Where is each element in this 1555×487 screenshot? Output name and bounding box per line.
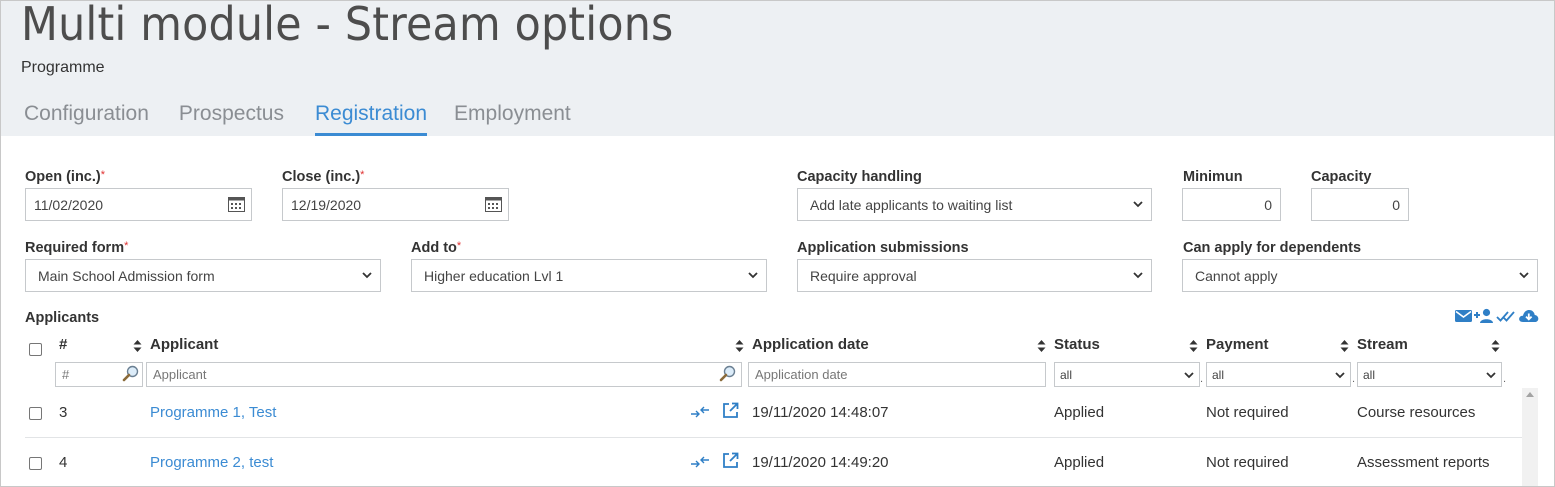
close-date-value: 12/19/2020 [291, 197, 362, 213]
open-date-value: 11/02/2020 [34, 197, 104, 213]
sort-icon[interactable] [133, 340, 142, 352]
capacity-handling-select[interactable]: Add late applicants to waiting list [797, 188, 1152, 221]
status-filter-value: all [1060, 368, 1073, 382]
merge-arrows-icon[interactable] [691, 455, 709, 469]
applicants-title: Applicants [25, 310, 100, 326]
table-row[interactable]: 3 Programme 1, Test 19/11/2020 14:48:07 … [25, 388, 1522, 438]
stream-cell: Assessment reports [1357, 454, 1490, 471]
email-icon[interactable] [1455, 308, 1472, 324]
tab-configuration[interactable]: Configuration [21, 96, 152, 136]
open-date-input[interactable]: 11/02/2020 [25, 188, 252, 221]
payment-filter-select[interactable]: all [1206, 362, 1351, 387]
page-subtitle: Programme [21, 59, 105, 76]
column-header-stream[interactable]: Stream [1357, 336, 1408, 353]
capacity-input[interactable]: 0 [1311, 188, 1409, 221]
add-to-label: Add to* [411, 240, 462, 256]
column-header-applicant[interactable]: Applicant [150, 336, 218, 353]
calendar-icon[interactable] [485, 197, 502, 212]
chevron-down-icon [748, 272, 758, 279]
open-external-icon[interactable] [722, 452, 739, 469]
table-row[interactable]: 4 Programme 2, test 19/11/2020 14:49:20 … [25, 438, 1522, 486]
applicant-filter-input[interactable]: Applicant [146, 362, 742, 387]
table-scrollbar[interactable] [1522, 388, 1538, 486]
sort-icon[interactable] [1189, 340, 1198, 352]
applicants-toolbar [1455, 308, 1539, 324]
minimum-input[interactable]: 0 [1182, 188, 1281, 221]
application-submissions-select[interactable]: Require approval [797, 259, 1152, 292]
tab-bar: Configuration Prospectus Registration Em… [21, 96, 598, 136]
chevron-down-icon [1133, 201, 1143, 208]
can-apply-for-dependents-select[interactable]: Cannot apply [1182, 259, 1538, 292]
open-label: Open (inc.)* [25, 169, 106, 185]
open-external-icon[interactable] [722, 402, 739, 419]
add-user-icon[interactable] [1474, 308, 1494, 324]
payment-filter-value: all [1212, 368, 1225, 382]
filter-separator: . [1352, 373, 1356, 385]
column-header-payment[interactable]: Payment [1206, 336, 1269, 353]
tab-employment[interactable]: Employment [451, 96, 574, 136]
filter-separator: . [1200, 373, 1204, 385]
sort-icon[interactable] [735, 340, 744, 352]
sort-icon[interactable] [1037, 340, 1046, 352]
row-number: 3 [59, 404, 68, 421]
window: Multi module - Stream options Programme … [0, 0, 1555, 487]
page-header: Multi module - Stream options Programme … [1, 0, 1554, 136]
payment-cell: Not required [1206, 454, 1289, 471]
close-label: Close (inc.)* [282, 169, 365, 185]
stream-filter-select[interactable]: all [1357, 362, 1502, 387]
tab-registration[interactable]: Registration [314, 96, 428, 136]
select-all-checkbox[interactable] [29, 343, 42, 356]
required-form-value: Main School Admission form [38, 268, 215, 284]
applicant-link[interactable]: Programme 2, test [150, 454, 273, 471]
capacity-label: Capacity [1311, 169, 1372, 185]
filter-separator: . [1503, 373, 1507, 385]
search-icon[interactable] [719, 364, 737, 382]
close-date-input[interactable]: 12/19/2020 [282, 188, 509, 221]
status-cell: Applied [1054, 454, 1105, 471]
payment-cell: Not required [1206, 404, 1289, 421]
chevron-down-icon [362, 272, 372, 279]
application-date: 19/11/2020 14:48:07 [752, 404, 889, 421]
capacity-handling-label: Capacity handling [797, 169, 922, 185]
column-header-status[interactable]: Status [1054, 336, 1100, 353]
add-to-value: Higher education Lvl 1 [424, 268, 564, 284]
page-title: Multi module - Stream options [21, 0, 674, 51]
column-header-application-date[interactable]: Application date [752, 336, 869, 353]
column-header-number[interactable]: # [59, 336, 67, 353]
application-submissions-value: Require approval [810, 268, 917, 284]
application-date: 19/11/2020 14:49:20 [752, 454, 889, 471]
scroll-up-arrow-icon[interactable] [1526, 392, 1534, 397]
applicant-link[interactable]: Programme 1, Test [150, 404, 276, 421]
add-to-select[interactable]: Higher education Lvl 1 [411, 259, 767, 292]
sort-icon[interactable] [1491, 340, 1500, 352]
can-apply-for-dependents-label: Can apply for dependents [1183, 240, 1362, 256]
application-date-filter-input[interactable]: Application date [748, 362, 1046, 387]
calendar-icon[interactable] [228, 197, 245, 212]
can-apply-for-dependents-value: Cannot apply [1195, 268, 1278, 284]
stream-filter-value: all [1363, 368, 1376, 382]
status-filter-select[interactable]: all [1054, 362, 1200, 387]
capacity-handling-value: Add late applicants to waiting list [810, 197, 1013, 213]
row-checkbox[interactable] [29, 407, 42, 420]
chevron-down-icon [1486, 372, 1496, 379]
double-check-icon[interactable] [1496, 308, 1516, 324]
merge-arrows-icon[interactable] [691, 405, 709, 419]
row-checkbox[interactable] [29, 457, 42, 470]
status-cell: Applied [1054, 404, 1105, 421]
tab-prospectus[interactable]: Prospectus [176, 96, 287, 136]
required-form-select[interactable]: Main School Admission form [25, 259, 381, 292]
cloud-download-icon[interactable] [1518, 308, 1539, 324]
chevron-down-icon [1335, 372, 1345, 379]
chevron-down-icon [1133, 272, 1143, 279]
application-submissions-label: Application submissions [797, 240, 969, 256]
sort-icon[interactable] [1340, 340, 1349, 352]
search-icon[interactable] [122, 364, 140, 382]
minimum-label: Minimun [1183, 169, 1243, 185]
stream-cell: Course resources [1357, 404, 1476, 421]
chevron-down-icon [1519, 272, 1529, 279]
row-number: 4 [59, 454, 68, 471]
chevron-down-icon [1184, 372, 1194, 379]
required-form-label: Required form* [25, 240, 129, 256]
